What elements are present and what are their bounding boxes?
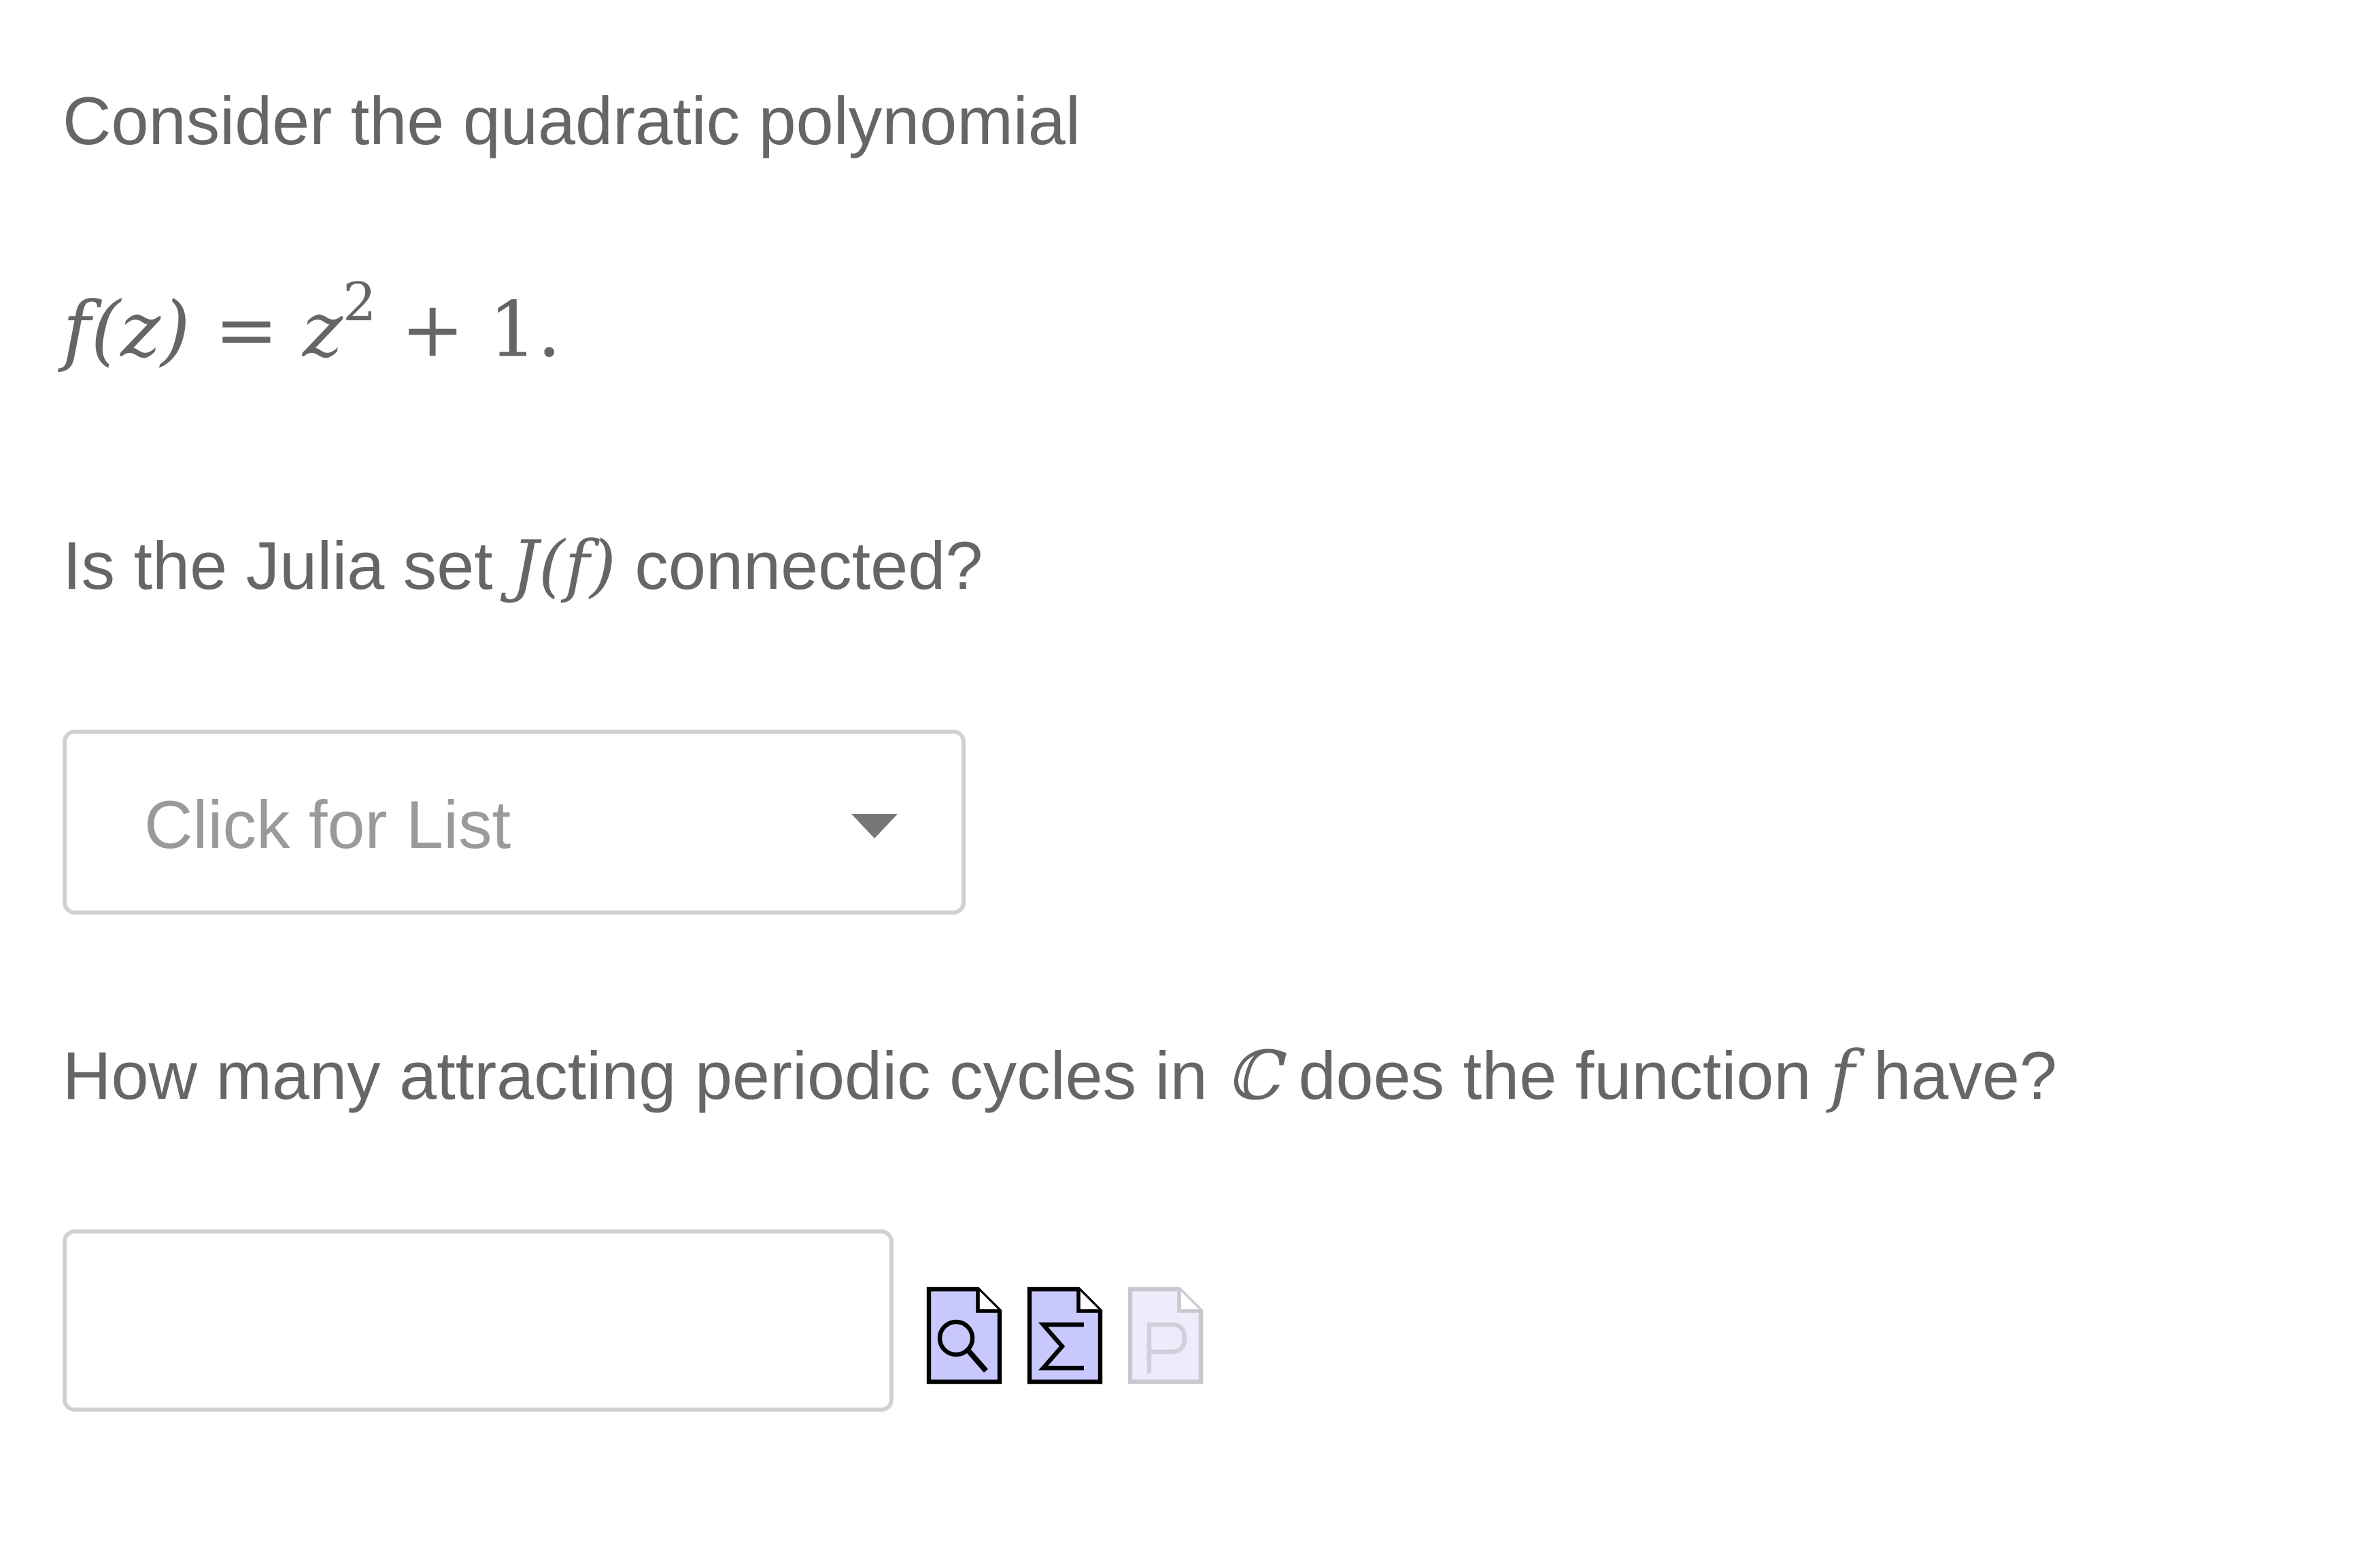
- equation-rest: + 1.: [401, 286, 562, 375]
- sigma-document-icon[interactable]: [1024, 1278, 1106, 1387]
- magnifier-document-icon[interactable]: [923, 1278, 1005, 1387]
- chevron-down-icon: [851, 814, 898, 838]
- question-attracting-cycles: How many attracting periodic cycles in ℂ…: [63, 1042, 2057, 1110]
- dropdown-selected-label: Click for List: [144, 787, 511, 862]
- question-cycles-text-after: have?: [1854, 1038, 2057, 1113]
- function-symbol: f: [1830, 1037, 1855, 1115]
- polynomial-equation: f(z) = z2 + 1.: [63, 276, 562, 368]
- intro-text: Consider the quadratic polynomial: [63, 83, 1081, 158]
- p-document-icon: [1125, 1278, 1206, 1387]
- complex-plane-symbol: ℂ: [1226, 1037, 1280, 1115]
- equation-lhs: f(z): [63, 286, 190, 375]
- equation-exponent: 2: [342, 272, 377, 333]
- question-julia-text-before: Is the Julia set: [63, 528, 512, 603]
- equation-base: z: [302, 286, 343, 375]
- question-cycles-text-middle: does the function: [1279, 1038, 1831, 1113]
- question-julia-set: Is the Julia set J(f) connected?: [63, 532, 983, 600]
- question-julia-text-after: connected?: [615, 528, 983, 603]
- julia-set-math: J(f): [511, 527, 616, 605]
- julia-connected-dropdown[interactable]: Click for List: [63, 730, 966, 915]
- attracting-cycles-answer-input[interactable]: [63, 1229, 894, 1412]
- equation-equals: =: [214, 286, 279, 375]
- question-cycles-text-before: How many attracting periodic cycles in: [63, 1038, 1227, 1113]
